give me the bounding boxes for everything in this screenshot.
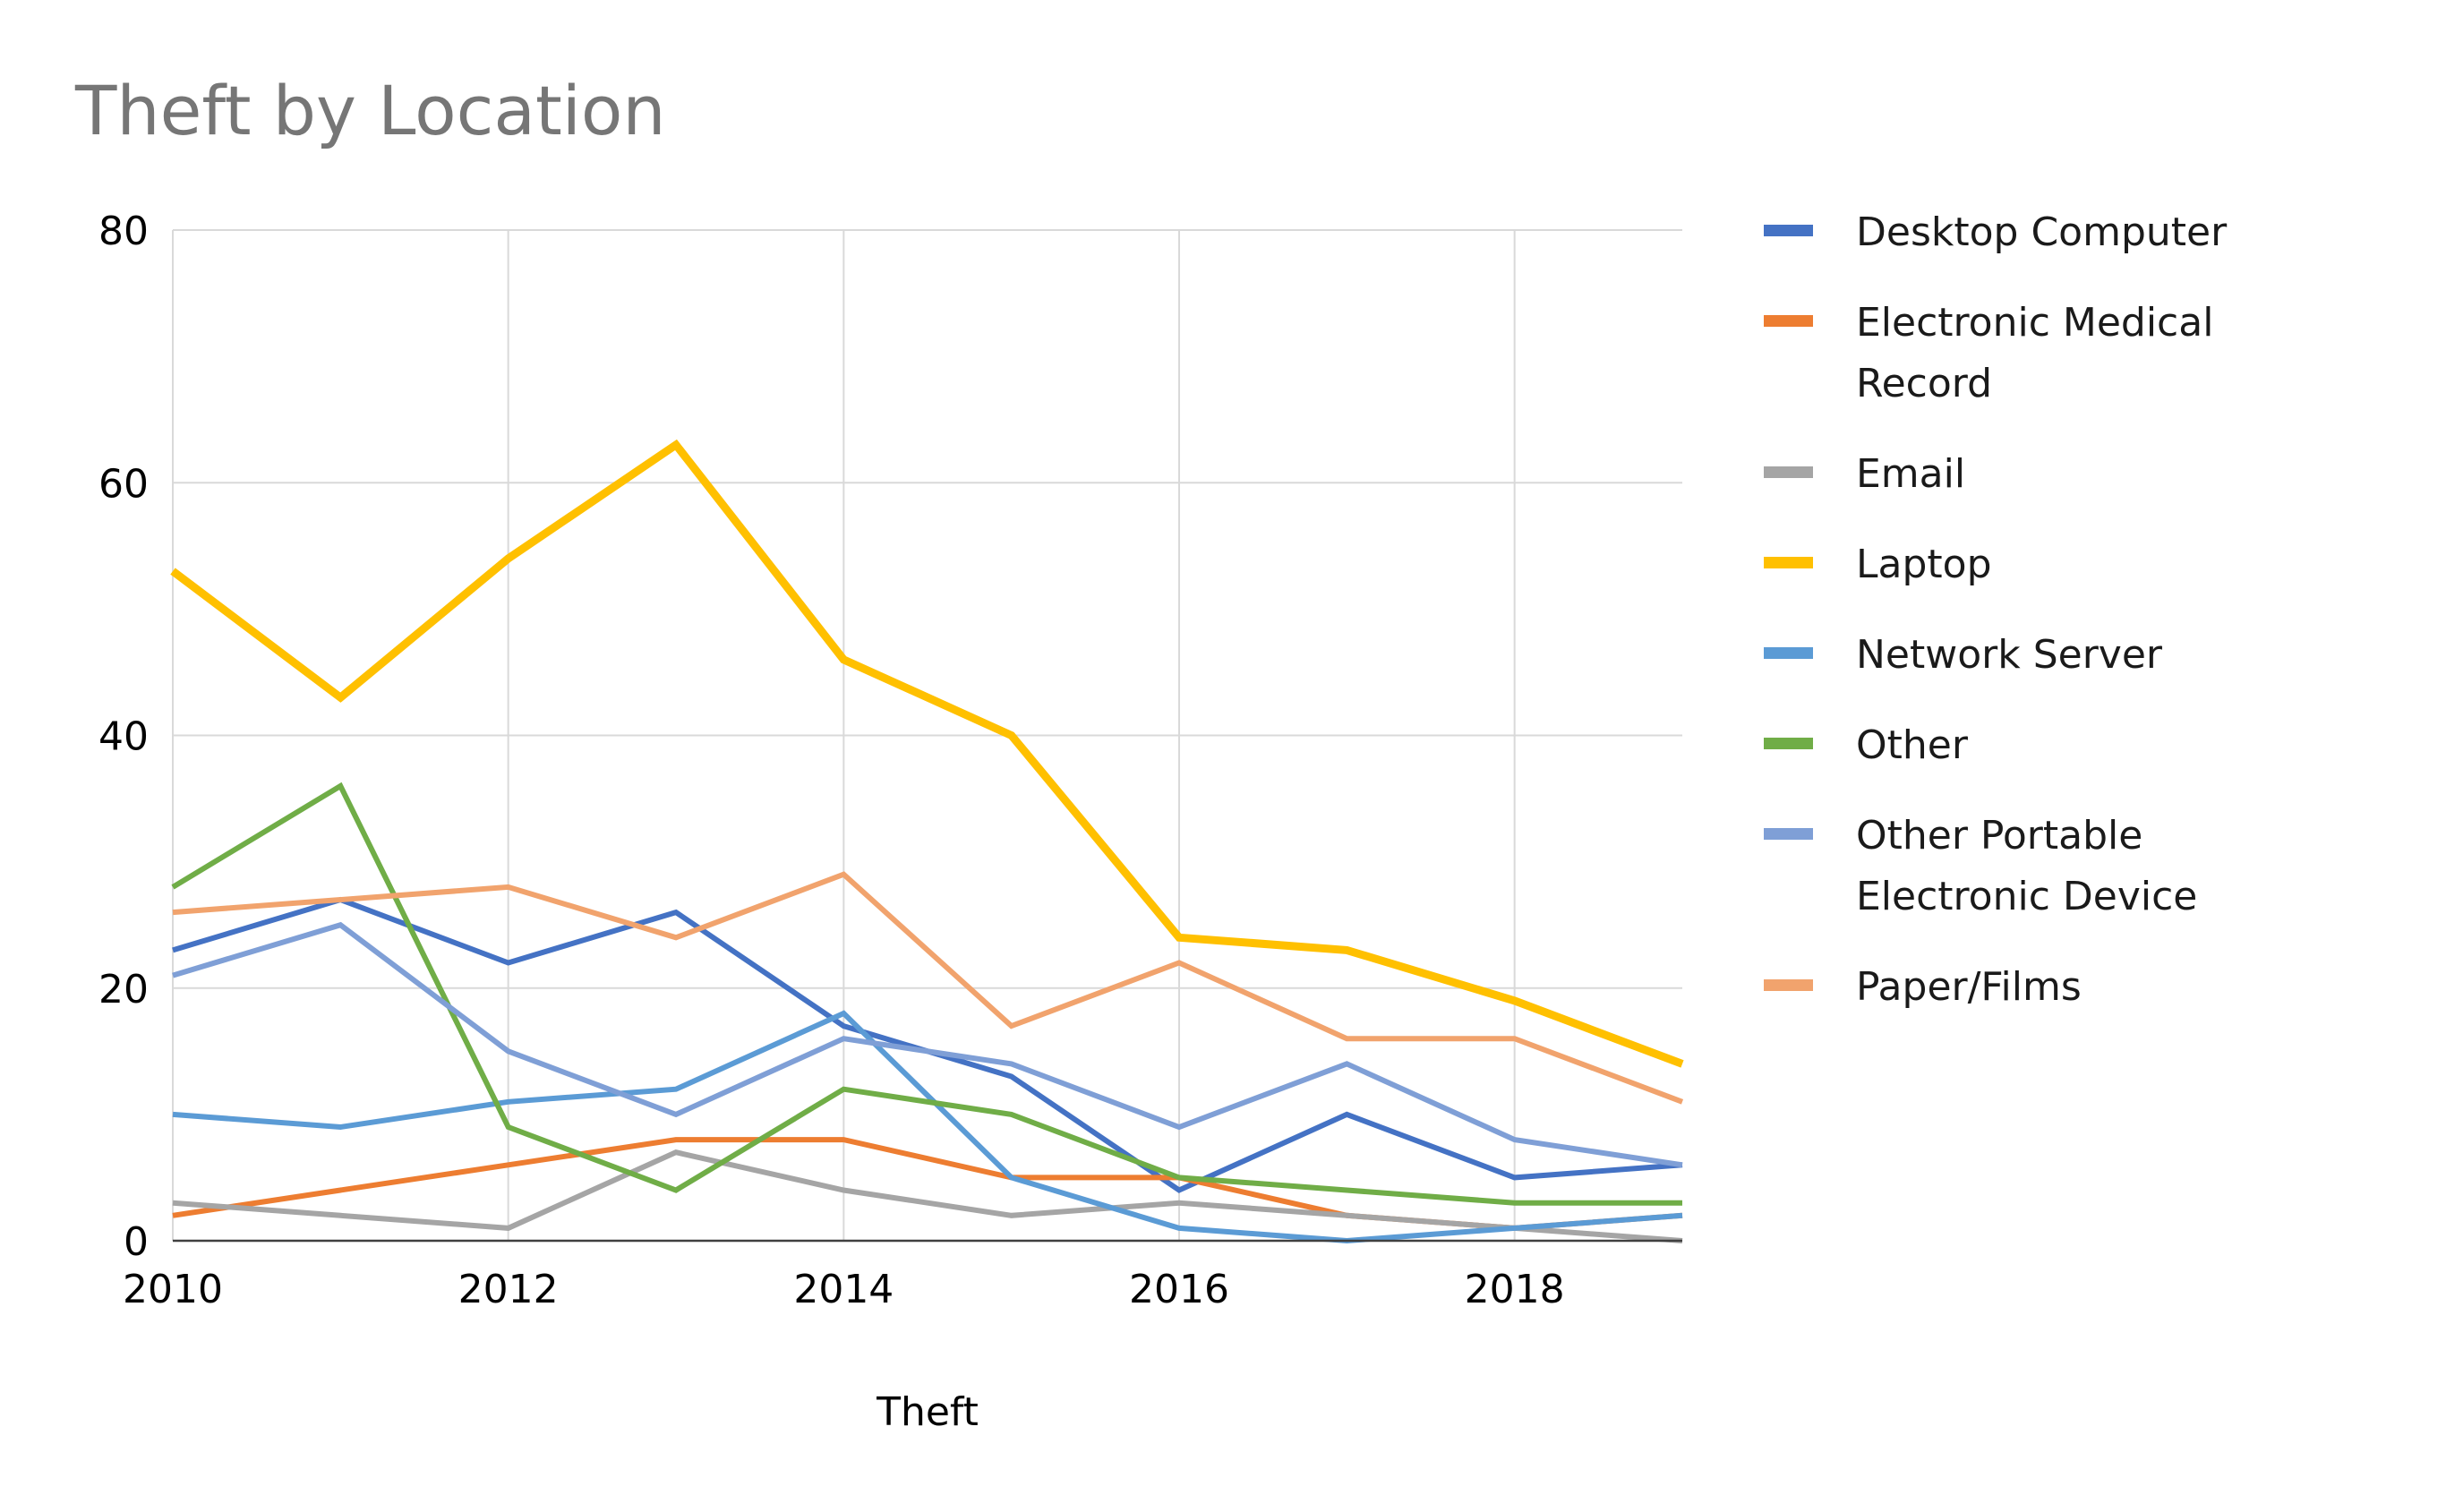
x-tick-label: 2012	[458, 1267, 559, 1312]
line-chart: Theft by Location 0 20 40 60 80 2010 2012 2014 2…	[74, 71, 2228, 1435]
chart-title: Theft by Location	[74, 71, 666, 150]
series-lines	[170, 439, 1684, 1244]
legend-label: Network Server	[1856, 632, 2163, 678]
legend-item-other: Other	[1764, 722, 1969, 768]
legend-item-other-portable-electronic-device: Other Portable Electronic Device	[1764, 813, 2197, 919]
x-tick-label: 2010	[123, 1267, 223, 1312]
legend-item-laptop: Laptop	[1764, 542, 1992, 587]
legend-label: Desktop Computer	[1856, 209, 2228, 255]
series-line-other	[171, 782, 1682, 1206]
legend-swatch	[1764, 557, 1813, 568]
legend-swatch	[1764, 315, 1813, 327]
x-axis-title: Theft	[876, 1389, 979, 1435]
legend-swatch	[1764, 738, 1813, 749]
legend-item-electronic-medical-record: Electronic Medical Record	[1764, 300, 2213, 406]
legend-label: Other	[1856, 722, 1969, 768]
axes: 0 20 40 60 80 2010 2012 2014 2016 2018	[98, 209, 1682, 1312]
legend-label: Laptop	[1856, 542, 1992, 587]
legend-swatch	[1764, 225, 1813, 236]
legend-label: Paper/Films	[1856, 964, 2082, 1010]
series-line-network-server	[172, 1010, 1683, 1244]
legend-label: Record	[1856, 361, 1992, 406]
y-tick-label: 20	[98, 967, 149, 1012]
legend-label: Other Portable	[1856, 813, 2142, 859]
legend-item-desktop-computer: Desktop Computer	[1764, 209, 2228, 255]
series-line-desktop-computer	[172, 896, 1683, 1193]
legend-label: Email	[1856, 451, 1965, 497]
legend-swatch	[1764, 466, 1813, 478]
legend-item-email: Email	[1764, 451, 1965, 497]
legend-label: Electronic Medical	[1856, 300, 2213, 346]
legend-item-network-server: Network Server	[1764, 632, 2163, 678]
legend: Desktop Computer Electronic Medical Record…	[1764, 209, 2228, 1010]
y-tick-label: 60	[98, 461, 149, 507]
legend-item-paper-films: Paper/Films	[1764, 964, 2082, 1010]
x-tick-label: 2014	[793, 1267, 894, 1312]
gridlines	[172, 229, 1682, 1241]
x-tick-label: 2018	[1465, 1267, 1565, 1312]
x-tick-label: 2016	[1129, 1267, 1229, 1312]
legend-swatch	[1764, 979, 1813, 991]
y-tick-label: 80	[98, 209, 149, 254]
y-tick-label: 40	[98, 714, 149, 760]
legend-label: Electronic Device	[1856, 874, 2197, 919]
legend-swatch	[1764, 647, 1813, 659]
y-tick-label: 0	[124, 1219, 149, 1265]
legend-swatch	[1764, 828, 1813, 840]
series-line-other-portable-electronic-device	[172, 921, 1683, 1168]
